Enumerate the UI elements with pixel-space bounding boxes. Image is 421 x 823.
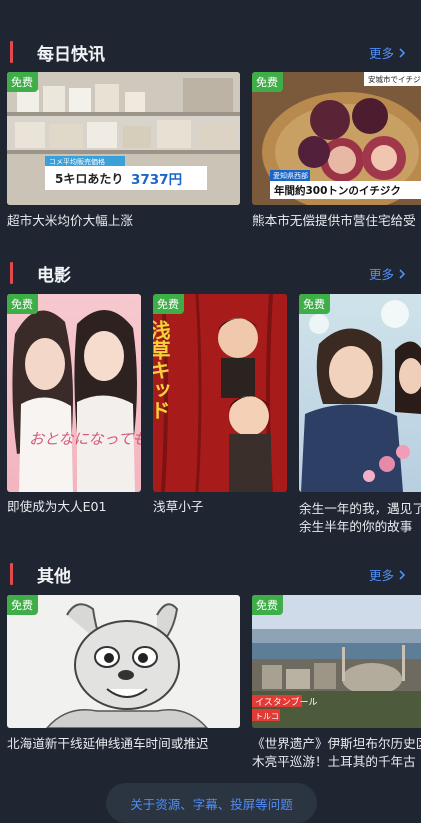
section-accent-bar	[10, 563, 13, 585]
section-movies: 电影 更多 おとなになっても 免费 即使成为大人E01 浅草キッド 免费 浅草小…	[0, 258, 421, 534]
other-thumbnail	[7, 595, 240, 728]
news-caption: 熊本市无偿提供市营住宅给受	[252, 213, 416, 228]
section-header: 每日快讯 更多	[0, 37, 421, 67]
news-caption: 超市大米均价大幅上涨	[7, 213, 133, 228]
overlay-price-prefix: 5キロあたり	[55, 172, 123, 186]
free-badge: 免费	[153, 294, 184, 314]
more-label: 更多	[368, 46, 394, 61]
section-accent-bar	[10, 41, 13, 63]
overlay-city: イスタンブール	[255, 696, 317, 708]
free-badge: 免费	[299, 294, 330, 314]
movie-caption-line1: 余生一年的我，遇见了	[299, 501, 421, 516]
overlay-price: 3737円	[131, 172, 182, 188]
more-label: 更多	[368, 568, 394, 583]
more-link[interactable]: 更多	[369, 43, 407, 62]
other-caption: 北海道新干线延伸线通车时间或推迟	[7, 736, 209, 751]
movie-caption: 余生一年的我，遇见了 余生半年的你的故事	[299, 500, 421, 536]
overlay-main: 年間約300トンのイチジク	[274, 184, 401, 197]
chevron-right-icon	[399, 268, 406, 279]
movie-poster: おとなになっても	[7, 294, 141, 492]
news-card[interactable]: 安城市でイチジ 愛知県西部 年間約300トンのイチジク 免费 熊本市无偿提供市营…	[252, 72, 421, 242]
other-card[interactable]: イスタンブール トルコ 免费 《世界遗产》伊斯坦布尔历史区 木亮平巡游！土耳其的…	[252, 595, 421, 790]
other-caption-line2: 木亮平巡游！土耳其的千年古	[252, 754, 416, 769]
free-badge: 免费	[7, 72, 38, 92]
overlay-label: コメ平均販売価格	[49, 157, 105, 166]
free-badge: 免费	[7, 595, 38, 615]
more-link[interactable]: 更多	[369, 264, 407, 283]
other-card[interactable]: 免费 北海道新干线延伸线通车时间或推迟	[7, 595, 240, 765]
movie-card[interactable]: おとなになっても 免费 即使成为大人E01	[7, 294, 141, 534]
movie-caption: 浅草小子	[153, 499, 204, 514]
section-header: 其他 更多	[0, 559, 421, 589]
movie-caption-line2: 余生半年的你的故事	[299, 519, 413, 534]
news-thumbnail: コメ平均販売価格 5キロあたり 3737円	[7, 72, 240, 205]
overlay-region: 愛知県西部	[273, 171, 308, 180]
section-title: 其他	[37, 567, 71, 587]
news-card[interactable]: コメ平均販売価格 5キロあたり 3737円 免费 超市大米均价大幅上涨	[7, 72, 240, 242]
help-link-label: 关于资源、字幕、投屏等问题	[130, 797, 293, 812]
section-header: 电影 更多	[0, 258, 421, 288]
section-accent-bar	[10, 262, 13, 284]
more-label: 更多	[368, 267, 394, 282]
section-others: 其他 更多 免费 北海道新干线延伸线通车时间或推迟 イスタンブール トルコ 免费…	[0, 559, 421, 769]
free-badge: 免费	[252, 595, 283, 615]
movie-card[interactable]: 浅草キッド 免费 浅草小子	[153, 294, 287, 534]
movie-card[interactable]: 免费 余生一年的我，遇见了 余生半年的你的故事	[299, 294, 421, 534]
poster-title: おとなになっても	[29, 430, 141, 448]
movie-caption: 即使成为大人E01	[7, 499, 107, 514]
overlay-country: トルコ	[255, 712, 279, 721]
movie-poster: 浅草キッド	[153, 294, 287, 492]
overlay-top: 安城市でイチジ	[368, 74, 421, 84]
chevron-right-icon	[399, 47, 406, 58]
help-link-button[interactable]: 关于资源、字幕、投屏等问题	[106, 783, 317, 823]
section-daily-news: 每日快讯 更多 コメ平均販売価格 5キロあたり 3737円 免费 超市大米均价大…	[0, 37, 421, 228]
movie-poster	[299, 294, 421, 492]
poster-title: 浅草キッド	[153, 320, 171, 420]
section-title: 每日快讯	[37, 45, 105, 65]
section-title: 电影	[37, 266, 71, 286]
free-badge: 免费	[7, 294, 38, 314]
more-link[interactable]: 更多	[369, 565, 407, 584]
free-badge: 免费	[252, 72, 283, 92]
chevron-right-icon	[399, 569, 406, 580]
other-caption: 《世界遗产》伊斯坦布尔历史区 木亮平巡游！土耳其的千年古	[252, 735, 421, 771]
other-caption-line1: 《世界遗产》伊斯坦布尔历史区	[252, 736, 421, 751]
